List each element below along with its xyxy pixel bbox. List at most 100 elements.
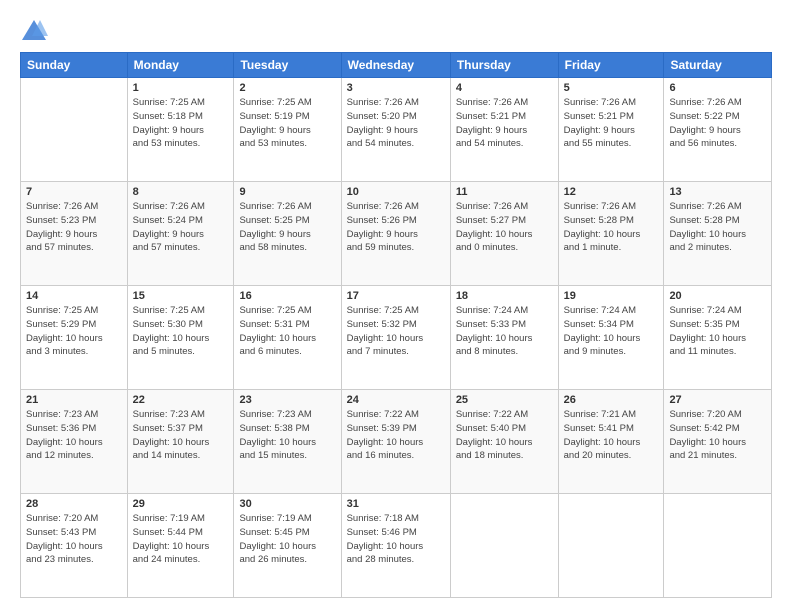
day-number: 5 [564,82,659,94]
calendar-cell: 7 Sunrise: 7:26 AMSunset: 5:23 PMDaylight… [21,182,128,286]
day-number: 10 [347,186,445,198]
day-info: Sunrise: 7:26 AMSunset: 5:22 PMDaylight:… [669,96,766,151]
day-info: Sunrise: 7:26 AMSunset: 5:28 PMDaylight:… [669,200,766,255]
day-number: 18 [456,290,553,302]
calendar-cell: 1 Sunrise: 7:25 AMSunset: 5:18 PMDaylight… [127,78,234,182]
weekday-header-thursday: Thursday [450,53,558,78]
day-number: 11 [456,186,553,198]
day-info: Sunrise: 7:25 AMSunset: 5:18 PMDaylight:… [133,96,229,151]
calendar-week-row: 1 Sunrise: 7:25 AMSunset: 5:18 PMDaylight… [21,78,772,182]
day-number: 31 [347,498,445,510]
calendar-cell: 11 Sunrise: 7:26 AMSunset: 5:27 PMDayligh… [450,182,558,286]
calendar-cell: 3 Sunrise: 7:26 AMSunset: 5:20 PMDaylight… [341,78,450,182]
day-info: Sunrise: 7:20 AMSunset: 5:43 PMDaylight:… [26,512,122,567]
day-info: Sunrise: 7:26 AMSunset: 5:24 PMDaylight:… [133,200,229,255]
calendar-cell: 28 Sunrise: 7:20 AMSunset: 5:43 PMDayligh… [21,494,128,598]
day-number: 9 [239,186,335,198]
day-info: Sunrise: 7:23 AMSunset: 5:36 PMDaylight:… [26,408,122,463]
header [20,18,772,42]
weekday-header-sunday: Sunday [21,53,128,78]
calendar-cell: 9Sunrise: 7:26 AMSunset: 5:25 PMDaylight… [234,182,341,286]
day-number: 25 [456,394,553,406]
weekday-header-wednesday: Wednesday [341,53,450,78]
calendar-cell: 20 Sunrise: 7:24 AMSunset: 5:35 PMDayligh… [664,286,772,390]
day-info: Sunrise: 7:26 AMSunset: 5:21 PMDaylight:… [564,96,659,151]
day-number: 29 [133,498,229,510]
calendar-cell: 2 Sunrise: 7:25 AMSunset: 5:19 PMDaylight… [234,78,341,182]
calendar-table: SundayMondayTuesdayWednesdayThursdayFrid… [20,52,772,598]
day-number: 17 [347,290,445,302]
calendar-cell: 17 Sunrise: 7:25 AMSunset: 5:32 PMDayligh… [341,286,450,390]
day-number: 24 [347,394,445,406]
calendar-week-row: 14 Sunrise: 7:25 AMSunset: 5:29 PMDayligh… [21,286,772,390]
page: SundayMondayTuesdayWednesdayThursdayFrid… [0,0,792,612]
day-info: Sunrise: 7:26 AMSunset: 5:28 PMDaylight:… [564,200,659,255]
calendar-cell: 18 Sunrise: 7:24 AMSunset: 5:33 PMDayligh… [450,286,558,390]
weekday-header-tuesday: Tuesday [234,53,341,78]
day-number: 30 [239,498,335,510]
day-info: Sunrise: 7:21 AMSunset: 5:41 PMDaylight:… [564,408,659,463]
calendar-cell: 27 Sunrise: 7:20 AMSunset: 5:42 PMDayligh… [664,390,772,494]
calendar-cell: 10 Sunrise: 7:26 AMSunset: 5:26 PMDayligh… [341,182,450,286]
day-number: 1 [133,82,229,94]
day-info: Sunrise: 7:26 AMSunset: 5:26 PMDaylight:… [347,200,445,255]
calendar-week-row: 21 Sunrise: 7:23 AMSunset: 5:36 PMDayligh… [21,390,772,494]
day-info: Sunrise: 7:25 AMSunset: 5:29 PMDaylight:… [26,304,122,359]
day-number: 6 [669,82,766,94]
day-info: Sunrise: 7:25 AMSunset: 5:32 PMDaylight:… [347,304,445,359]
calendar-cell [21,78,128,182]
day-number: 28 [26,498,122,510]
day-number: 20 [669,290,766,302]
day-number: 15 [133,290,229,302]
day-number: 27 [669,394,766,406]
day-info: Sunrise: 7:26 AMSunset: 5:21 PMDaylight:… [456,96,553,151]
day-info: Sunrise: 7:20 AMSunset: 5:42 PMDaylight:… [669,408,766,463]
day-info: Sunrise: 7:19 AMSunset: 5:44 PMDaylight:… [133,512,229,567]
day-number: 2 [239,82,335,94]
day-info: Sunrise: 7:24 AMSunset: 5:33 PMDaylight:… [456,304,553,359]
day-number: 4 [456,82,553,94]
calendar-cell: 30 Sunrise: 7:19 AMSunset: 5:45 PMDayligh… [234,494,341,598]
day-info: Sunrise: 7:24 AMSunset: 5:35 PMDaylight:… [669,304,766,359]
calendar-cell: 4 Sunrise: 7:26 AMSunset: 5:21 PMDaylight… [450,78,558,182]
calendar-cell: 24Sunrise: 7:22 AMSunset: 5:39 PMDayligh… [341,390,450,494]
weekday-header-saturday: Saturday [664,53,772,78]
weekday-header-monday: Monday [127,53,234,78]
calendar-cell: 29 Sunrise: 7:19 AMSunset: 5:44 PMDayligh… [127,494,234,598]
calendar-cell: 16 Sunrise: 7:25 AMSunset: 5:31 PMDayligh… [234,286,341,390]
calendar-cell [558,494,664,598]
calendar-cell: 19Sunrise: 7:24 AMSunset: 5:34 PMDayligh… [558,286,664,390]
day-info: Sunrise: 7:23 AMSunset: 5:38 PMDaylight:… [239,408,335,463]
day-number: 7 [26,186,122,198]
calendar-cell [450,494,558,598]
calendar-cell: 6 Sunrise: 7:26 AMSunset: 5:22 PMDaylight… [664,78,772,182]
day-number: 26 [564,394,659,406]
calendar-week-row: 7 Sunrise: 7:26 AMSunset: 5:23 PMDaylight… [21,182,772,286]
day-number: 12 [564,186,659,198]
day-info: Sunrise: 7:26 AMSunset: 5:27 PMDaylight:… [456,200,553,255]
day-number: 3 [347,82,445,94]
weekday-header-row: SundayMondayTuesdayWednesdayThursdayFrid… [21,53,772,78]
day-number: 19 [564,290,659,302]
day-info: Sunrise: 7:23 AMSunset: 5:37 PMDaylight:… [133,408,229,463]
logo [20,18,52,42]
logo-icon [20,18,48,42]
calendar-week-row: 28 Sunrise: 7:20 AMSunset: 5:43 PMDayligh… [21,494,772,598]
day-info: Sunrise: 7:25 AMSunset: 5:19 PMDaylight:… [239,96,335,151]
day-number: 14 [26,290,122,302]
day-info: Sunrise: 7:19 AMSunset: 5:45 PMDaylight:… [239,512,335,567]
day-info: Sunrise: 7:26 AMSunset: 5:23 PMDaylight:… [26,200,122,255]
calendar-cell: 21 Sunrise: 7:23 AMSunset: 5:36 PMDayligh… [21,390,128,494]
day-info: Sunrise: 7:25 AMSunset: 5:31 PMDaylight:… [239,304,335,359]
calendar-cell: 26 Sunrise: 7:21 AMSunset: 5:41 PMDayligh… [558,390,664,494]
day-number: 16 [239,290,335,302]
calendar-cell: 15Sunrise: 7:25 AMSunset: 5:30 PMDayligh… [127,286,234,390]
day-number: 21 [26,394,122,406]
calendar-cell: 5 Sunrise: 7:26 AMSunset: 5:21 PMDaylight… [558,78,664,182]
weekday-header-friday: Friday [558,53,664,78]
calendar-cell: 23Sunrise: 7:23 AMSunset: 5:38 PMDayligh… [234,390,341,494]
day-number: 22 [133,394,229,406]
day-info: Sunrise: 7:18 AMSunset: 5:46 PMDaylight:… [347,512,445,567]
calendar-cell: 14 Sunrise: 7:25 AMSunset: 5:29 PMDayligh… [21,286,128,390]
day-info: Sunrise: 7:26 AMSunset: 5:20 PMDaylight:… [347,96,445,151]
